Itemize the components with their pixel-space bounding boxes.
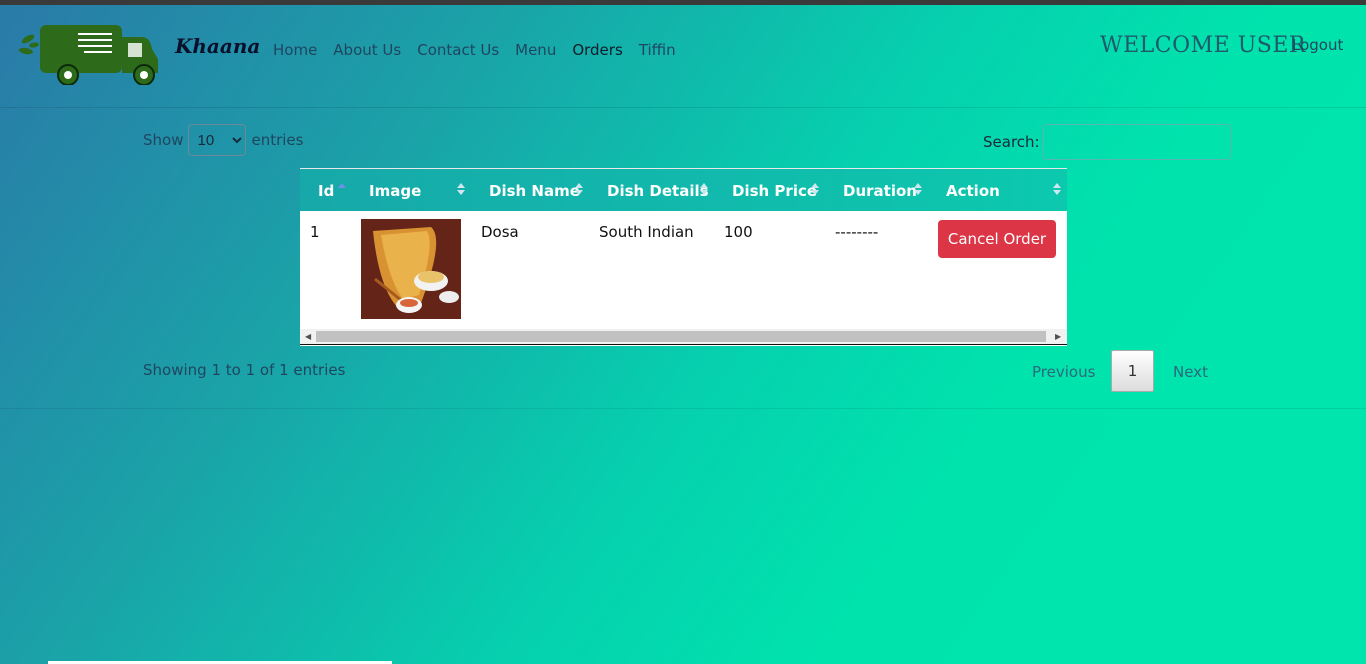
nav-orders[interactable]: Orders — [572, 41, 622, 59]
dosa-image — [361, 219, 461, 319]
orders-table: Id Image Dish Name Dish Details Dish Pri… — [300, 168, 1067, 346]
search-label: Search: — [983, 133, 1040, 151]
column-header-id[interactable]: Id — [318, 182, 334, 200]
column-header-dish-details[interactable]: Dish Details — [607, 182, 709, 200]
column-header-duration[interactable]: Duration — [843, 182, 917, 200]
sort-icon[interactable] — [914, 182, 922, 196]
food-truck-logo-icon[interactable] — [18, 19, 164, 85]
welcome-text: WELCOME USER — [1100, 33, 1306, 58]
cell-dish-name: Dosa — [481, 223, 519, 241]
cell-duration: -------- — [835, 223, 879, 241]
section-divider — [0, 408, 1366, 409]
sort-icon[interactable] — [1053, 182, 1061, 196]
next-page-button[interactable]: Next — [1173, 363, 1208, 381]
navbar: Khaana Home About Us Contact Us Menu Ord… — [0, 5, 1366, 108]
sort-asc-icon[interactable] — [338, 182, 346, 196]
show-label: Show — [143, 131, 184, 149]
search-control: Search: — [983, 124, 1231, 160]
table-info: Showing 1 to 1 of 1 entries — [143, 361, 346, 379]
scroll-left-icon[interactable]: ◀ — [305, 332, 311, 341]
search-input[interactable] — [1042, 124, 1231, 160]
pagination: Previous 1 Next — [1020, 350, 1220, 392]
logout-link[interactable]: Logout — [1292, 36, 1343, 54]
sort-icon[interactable] — [811, 182, 819, 196]
scroll-right-icon[interactable]: ▶ — [1055, 332, 1061, 341]
cell-id: 1 — [310, 223, 320, 241]
cancel-order-button[interactable]: Cancel Order — [938, 220, 1056, 258]
column-header-image[interactable]: Image — [369, 182, 421, 200]
nav-tiffin[interactable]: Tiffin — [639, 41, 676, 59]
page-1-button[interactable]: 1 — [1111, 350, 1154, 392]
cell-dish-price: 100 — [724, 223, 753, 241]
table-row: 1 Dosa South Indian 100 -------- Cancel … — [300, 211, 1067, 328]
entries-select[interactable]: 10 — [188, 124, 247, 156]
entries-label: entries — [251, 131, 304, 149]
entries-length-control: Show 10 entries — [143, 124, 303, 156]
scrollbar-thumb[interactable] — [316, 331, 1046, 342]
sort-icon[interactable] — [700, 182, 708, 196]
column-header-dish-name[interactable]: Dish Name — [489, 182, 580, 200]
nav-home[interactable]: Home — [273, 41, 317, 59]
previous-page-button[interactable]: Previous — [1032, 363, 1095, 381]
column-header-action[interactable]: Action — [946, 182, 1000, 200]
column-header-dish-price[interactable]: Dish Price — [732, 182, 817, 200]
horizontal-scrollbar[interactable]: ◀ ▶ — [300, 329, 1067, 345]
table-header: Id Image Dish Name Dish Details Dish Pri… — [300, 168, 1067, 212]
main-nav: Home About Us Contact Us Menu Orders Tif… — [273, 41, 676, 59]
nav-menu[interactable]: Menu — [515, 41, 556, 59]
nav-contact-us[interactable]: Contact Us — [417, 41, 499, 59]
sort-icon[interactable] — [457, 182, 465, 196]
brand-name[interactable]: Khaana — [175, 34, 260, 58]
cell-dish-details: South Indian — [599, 223, 694, 241]
sort-icon[interactable] — [575, 182, 583, 196]
nav-about-us[interactable]: About Us — [333, 41, 401, 59]
